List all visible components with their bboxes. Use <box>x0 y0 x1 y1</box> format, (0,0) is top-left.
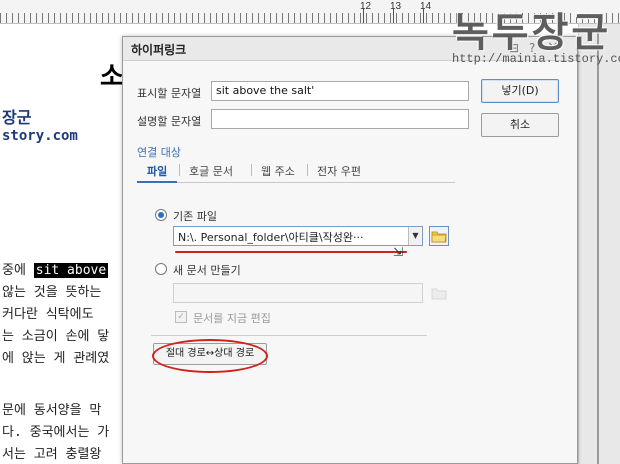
new-document-label: 새 문서 만들기 <box>173 264 241 277</box>
mouse-cursor-icon: ⇲ <box>393 245 404 259</box>
description-label: 설명할 문자열 <box>137 115 202 128</box>
folder-icon <box>431 288 447 300</box>
display-text-label: 표시할 문자열 <box>137 87 202 100</box>
text-run: 중에 <box>2 263 34 278</box>
scrollbar-track[interactable] <box>597 24 599 464</box>
new-document-folder-button <box>429 283 449 303</box>
existing-file-path: N:\. Personal_folder\아티클\작성완··· <box>178 231 364 244</box>
new-document-radio[interactable] <box>155 263 167 275</box>
ruler-number: 13 <box>390 1 402 12</box>
open-folder-button[interactable] <box>429 226 449 246</box>
new-document-path-input <box>173 283 423 303</box>
existing-file-radio[interactable] <box>155 209 167 221</box>
edit-now-label: 문서를 지금 편집 <box>193 312 271 325</box>
watermark-url: http://mainia.tistory.com <box>452 52 620 66</box>
tab-hangul-document[interactable]: 호글 문서 <box>189 163 233 179</box>
document-line: 커다란 식탁에도 <box>2 307 94 322</box>
dialog-title: 하이퍼링크 <box>131 43 187 57</box>
chevron-down-icon[interactable]: ▼ <box>408 227 422 245</box>
hyperlink-dialog: 하이퍼링크 ⊟ ? × 표시할 문자열 sit above the salt' … <box>122 36 578 464</box>
document-line: 다. 중국에서는 가 <box>2 425 110 440</box>
ruler-number: 14 <box>420 1 432 12</box>
document-line: 않는 것을 뜻하는 <box>2 285 102 300</box>
section-divider <box>151 335 427 336</box>
link-target-tabs: 파일 호글 문서 웹 주소 전자 우편 <box>137 161 455 183</box>
document-url: story.com <box>2 128 78 144</box>
annotation-ellipse <box>152 339 268 373</box>
active-tab-indicator <box>137 181 177 183</box>
existing-file-label: 기존 파일 <box>173 210 217 223</box>
ruler-number: 12 <box>360 1 372 12</box>
document-brand: 장군 <box>2 108 32 127</box>
description-input[interactable] <box>211 109 469 129</box>
tab-web-address[interactable]: 웹 주소 <box>261 163 295 179</box>
edit-now-checkbox: ✓ <box>175 311 187 323</box>
document-line: 는 소금이 손에 닿 <box>2 329 110 344</box>
tab-file[interactable]: 파일 <box>147 163 167 179</box>
tab-separator <box>179 164 180 176</box>
document-line: 에 앉는 게 관례였 <box>2 351 110 366</box>
link-target-group-title: 연결 대상 <box>137 146 181 159</box>
document-line: 중에 sit above <box>2 259 109 278</box>
selected-text: sit above <box>33 263 109 278</box>
insert-button[interactable]: 넣기(D) <box>481 79 559 103</box>
tab-email[interactable]: 전자 우편 <box>317 163 361 179</box>
annotation-underline <box>175 251 407 253</box>
document-line: 서는 고려 충렬왕 <box>2 447 102 462</box>
watermark-title: 녹두장군 <box>452 10 612 56</box>
document-line: 문에 동서양을 막 <box>2 403 102 418</box>
document-title: 소 <box>100 62 124 92</box>
tab-separator <box>251 164 252 176</box>
folder-icon <box>429 226 449 246</box>
tab-separator <box>307 164 308 176</box>
cancel-button[interactable]: 취소 <box>481 113 559 137</box>
document-right-margin <box>578 24 620 464</box>
existing-file-path-combo[interactable]: N:\. Personal_folder\아티클\작성완··· ▼ <box>173 226 423 246</box>
display-text-input[interactable]: sit above the salt' <box>211 81 469 101</box>
